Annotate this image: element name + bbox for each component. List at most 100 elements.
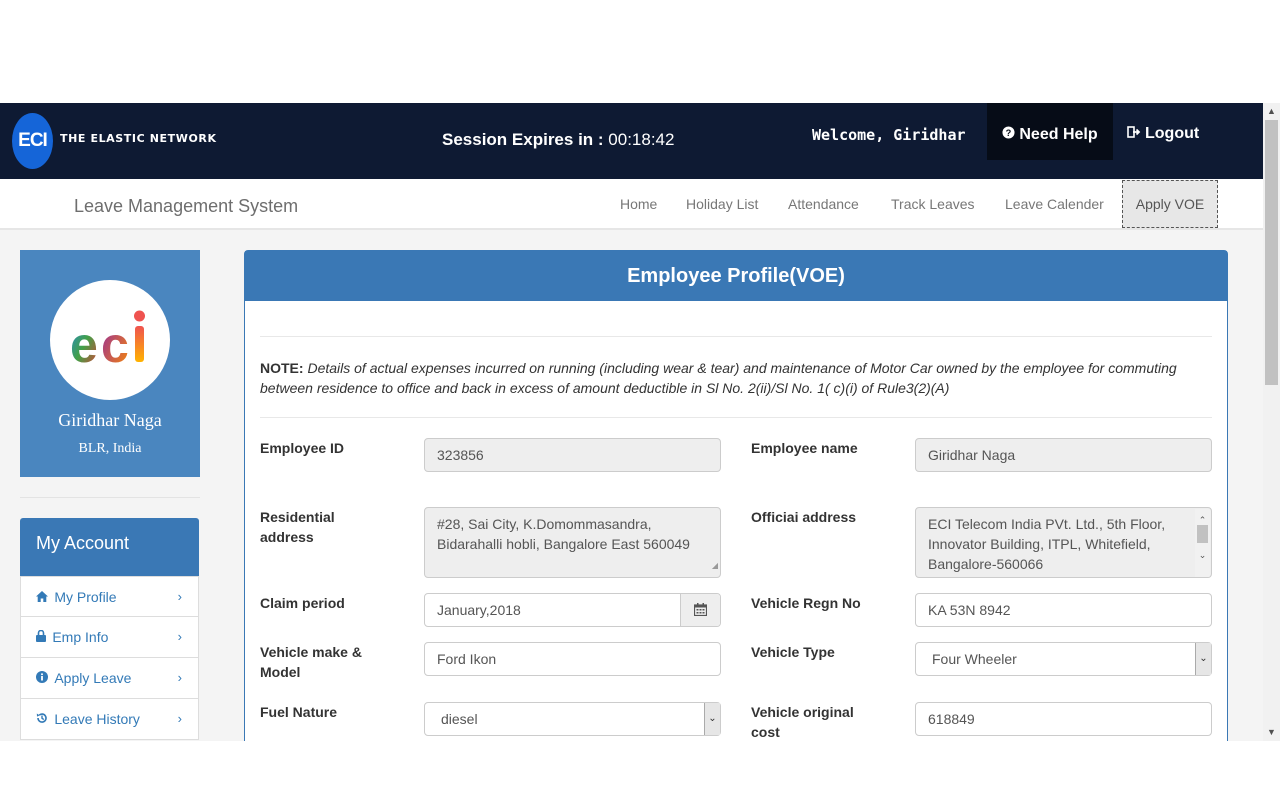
session-timer: Session Expires in : 00:18:42 — [442, 130, 674, 150]
nav-holiday-list[interactable]: Holiday List — [686, 196, 758, 212]
sidebar-divider — [20, 497, 200, 498]
logo-letter-e: e — [70, 317, 98, 373]
label-line: Model — [260, 664, 301, 680]
top-header: ECI THE ELASTIC NETWORK Session Expires … — [0, 103, 1263, 179]
need-help-label: Need Help — [1019, 126, 1098, 143]
logo-tagline: THE ELASTIC NETWORK — [60, 132, 217, 145]
sidebar-item-label: Leave History — [54, 711, 140, 727]
claim-period-field[interactable]: January,2018 — [424, 593, 721, 627]
app-brand[interactable]: Leave Management System — [74, 196, 298, 217]
vehicle-make-label: Vehicle make & Model — [260, 642, 362, 682]
info-circle-icon — [36, 671, 51, 686]
lock-icon — [36, 629, 49, 645]
divider — [260, 417, 1212, 418]
employee-id-field[interactable]: 323856 — [424, 438, 721, 472]
question-circle-icon: ? — [1002, 103, 1015, 166]
official-address-label: Officiai address — [751, 509, 857, 525]
fuel-nature-value: diesel — [441, 711, 478, 727]
scroll-thumb[interactable] — [1197, 525, 1208, 543]
sidebar-item-emp-info[interactable]: Emp Info › — [20, 617, 199, 658]
sidebar-item-my-profile[interactable]: My Profile › — [20, 576, 199, 617]
chevron-right-icon: › — [177, 589, 182, 604]
note-label: NOTE: — [260, 360, 304, 376]
profile-card: e c Giridhar Naga BLR, India — [20, 250, 200, 477]
claim-period-value: January,2018 — [437, 602, 521, 618]
calendar-button[interactable] — [680, 594, 720, 626]
session-time: 00:18:42 — [608, 130, 675, 149]
scroll-down-icon[interactable]: ⌄ — [1195, 545, 1210, 565]
employee-name-field[interactable]: Giridhar Naga — [915, 438, 1212, 472]
svg-text:?: ? — [1006, 128, 1012, 138]
textarea-scrollbar[interactable]: ⌃ ⌄ — [1195, 509, 1210, 577]
sidebar-item-label: My Profile — [54, 589, 117, 605]
residential-address-label: Residential address — [260, 507, 335, 547]
scroll-down-arrow-icon[interactable]: ▼ — [1263, 724, 1280, 741]
logout-label: Logout — [1145, 125, 1200, 142]
calendar-icon — [693, 603, 708, 617]
vehicle-type-label: Vehicle Type — [751, 644, 835, 660]
scroll-up-arrow-icon[interactable]: ▲ — [1263, 103, 1280, 120]
label-line: cost — [751, 724, 780, 740]
page-viewport: ECI THE ELASTIC NETWORK Session Expires … — [0, 103, 1263, 741]
employee-profile-panel: Employee Profile(VOE) NOTE: Details of a… — [244, 250, 1228, 741]
label-line: Vehicle original — [751, 704, 854, 720]
vehicle-regn-label: Vehicle Regn No — [751, 595, 861, 611]
my-account-heading: My Account — [20, 518, 199, 576]
main-navbar: Leave Management System Home Holiday Lis… — [0, 179, 1263, 230]
fuel-nature-select[interactable]: diesel ⌄ — [424, 702, 721, 736]
eci-logo-badge[interactable]: ECI — [12, 113, 53, 169]
employee-name-label: Employee name — [751, 440, 858, 456]
home-icon — [36, 591, 51, 605]
note-text: NOTE: Details of actual expenses incurre… — [260, 358, 1210, 398]
residential-address-field[interactable]: #28, Sai City, K.Domommasandra, Bidaraha… — [424, 507, 721, 578]
residential-address-text: #28, Sai City, K.Domommasandra, Bidaraha… — [437, 516, 690, 552]
vehicle-type-select[interactable]: Four Wheeler ⌄ — [915, 642, 1212, 676]
page-scrollbar[interactable]: ▲ ▼ — [1263, 103, 1280, 741]
vehicle-regn-field[interactable]: KA 53N 8942 — [915, 593, 1212, 627]
nav-track-leaves[interactable]: Track Leaves — [891, 196, 975, 212]
divider — [260, 336, 1212, 337]
official-address-field[interactable]: ECI Telecom India PVt. Ltd., 5th Floor, … — [915, 507, 1212, 578]
nav-home[interactable]: Home — [620, 196, 657, 212]
avatar: e c — [50, 280, 170, 400]
vehicle-make-field[interactable]: Ford Ikon — [424, 642, 721, 676]
note-body: Details of actual expenses incurred on r… — [260, 360, 1177, 396]
vehicle-type-value: Four Wheeler — [932, 651, 1017, 667]
sidebar-item-label: Emp Info — [52, 629, 109, 645]
resize-grip-icon[interactable]: ◢ — [712, 556, 718, 576]
logo-letter-c: c — [101, 317, 129, 373]
chevron-right-icon: › — [177, 711, 182, 726]
welcome-message: Welcome, Giridhar — [812, 126, 966, 144]
sign-out-icon — [1127, 126, 1141, 141]
label-line: address — [260, 529, 314, 545]
eci-colorful-logo: e c — [70, 310, 145, 373]
panel-title: Employee Profile(VOE) — [245, 251, 1227, 301]
chevron-down-icon[interactable]: ⌄ — [1195, 643, 1211, 675]
profile-location: BLR, India — [78, 441, 142, 456]
claim-period-label: Claim period — [260, 595, 345, 611]
label-line: Residential — [260, 509, 335, 525]
nav-apply-voe[interactable]: Apply VOE — [1122, 180, 1218, 228]
sidebar-item-leave-history[interactable]: Leave History › — [20, 699, 199, 740]
chevron-right-icon: › — [177, 629, 182, 644]
logout-button[interactable]: Logout — [1127, 125, 1199, 143]
vehicle-cost-label: Vehicle original cost — [751, 702, 854, 741]
chevron-down-icon[interactable]: ⌄ — [704, 703, 720, 735]
session-label: Session Expires in : — [442, 130, 604, 149]
nav-leave-calender[interactable]: Leave Calender — [1005, 196, 1104, 212]
sidebar-item-label: Apply Leave — [54, 670, 132, 686]
official-address-text: ECI Telecom India PVt. Ltd., 5th Floor, … — [928, 516, 1166, 572]
profile-name: Giridhar Naga — [58, 410, 162, 430]
sidebar-item-apply-leave[interactable]: Apply Leave › — [20, 658, 199, 699]
scrollbar-thumb[interactable] — [1265, 120, 1278, 385]
label-line: Vehicle make & — [260, 644, 362, 660]
vehicle-cost-field[interactable]: 618849 — [915, 702, 1212, 736]
need-help-button[interactable]: ? Need Help — [987, 103, 1113, 160]
history-icon — [36, 713, 51, 727]
chevron-right-icon: › — [177, 670, 182, 685]
employee-id-label: Employee ID — [260, 440, 345, 456]
fuel-nature-label: Fuel Nature — [260, 704, 338, 720]
logo-letter-i — [135, 326, 144, 362]
nav-attendance[interactable]: Attendance — [788, 196, 859, 212]
logo-dot — [134, 310, 145, 322]
